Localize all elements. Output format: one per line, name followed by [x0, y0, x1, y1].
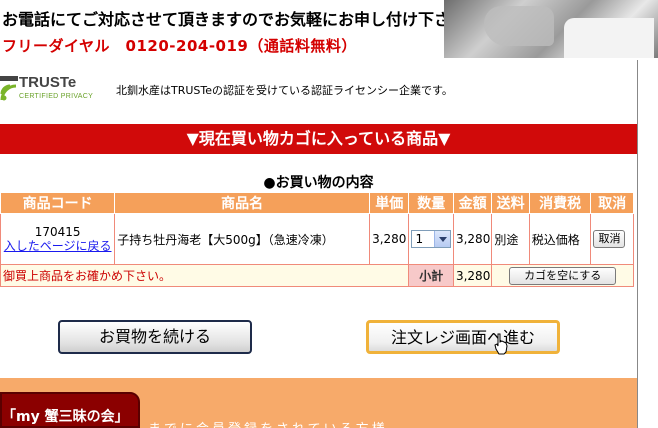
empty-cart-button[interactable]: カゴを空にする — [509, 266, 617, 285]
content-border — [637, 60, 638, 428]
section-title: ●お買い物の内容 — [263, 175, 374, 191]
subtotal-label: 小計 — [408, 264, 454, 287]
quantity-value: 1 — [415, 232, 424, 246]
quantity-select[interactable]: 1 — [411, 230, 452, 248]
member-club-label: 「my 蟹三昧の会」 — [2, 409, 129, 425]
col-header-shipping: 送料 — [491, 192, 530, 214]
continue-shopping-button[interactable]: お買物を続ける — [58, 320, 252, 354]
item-code-cell: 170415 入したページに戻る — [0, 213, 116, 265]
col-header-name: 商品名 — [114, 192, 371, 214]
checkout-button[interactable]: 注文レジ画面へ進む — [366, 320, 560, 354]
header-photo — [444, 0, 658, 58]
empty-cart-cell: カゴを空にする — [491, 264, 634, 287]
truste-seal-icon — [0, 76, 18, 101]
col-header-cancel: 取消 — [590, 192, 634, 214]
member-club-text: までに会員登録をされている方様 — [148, 418, 388, 428]
item-cancel-cell: 取消 — [590, 213, 634, 265]
item-amount: 3,280 — [452, 213, 493, 265]
item-unit-price: 3,280 — [369, 213, 410, 265]
item-qty-cell: 1 — [408, 213, 454, 265]
truste-statement: 北釧水産はTRUSTeの認証を受けている認証ライセンシー企業です。 — [116, 84, 453, 97]
truste-logo[interactable]: TRUSTe CERTIFIED PRIVACY — [0, 74, 100, 110]
item-tax: 税込価格 — [528, 213, 592, 265]
phone-notice: お電話にてご対応させて頂きますのでお気軽にお申し付け下さい。 — [2, 10, 483, 29]
cart-banner: ▼現在買い物カゴに入っている商品▼ — [0, 124, 637, 154]
table-row: 170415 入したページに戻る 子持ち牡丹海老【大500g】（急速冷凍） 3,… — [0, 213, 634, 265]
confirm-note: 御買上商品をお確かめ下さい。 — [0, 264, 410, 287]
subtotal-value: 3,280 — [452, 264, 493, 287]
cancel-item-button[interactable]: 取消 — [593, 230, 626, 248]
col-header-price: 単価 — [369, 192, 410, 214]
top-strip: お電話にてご対応させて頂きますのでお気軽にお申し付け下さい。 フリーダイヤル 0… — [0, 0, 658, 60]
item-shipping: 別途 — [491, 213, 530, 265]
free-dial-number: フリーダイヤル 0120-204-019（通話料無料） — [2, 37, 357, 55]
chevron-down-icon — [434, 231, 451, 247]
item-code: 170415 — [34, 225, 81, 239]
col-header-tax: 消費税 — [528, 192, 592, 214]
cart-footer-row: 御買上商品をお確かめ下さい。 小計 3,280 カゴを空にする — [0, 264, 634, 287]
truste-name: TRUSTe — [19, 74, 77, 91]
col-header-qty: 数量 — [408, 192, 454, 214]
cart-table: 商品コード 商品名 単価 数量 金額 送料 消費税 取消 170415 入したペ… — [0, 192, 634, 287]
hand-cursor-icon — [494, 333, 508, 355]
truste-subtitle: CERTIFIED PRIVACY — [19, 93, 94, 100]
cart-header-row: 商品コード 商品名 単価 数量 金額 送料 消費税 取消 — [0, 192, 634, 214]
back-to-page-link[interactable]: 入したページに戻る — [4, 239, 112, 253]
col-header-amount: 金額 — [452, 192, 493, 214]
col-header-code: 商品コード — [0, 192, 116, 214]
item-name: 子持ち牡丹海老【大500g】（急速冷凍） — [114, 213, 371, 265]
